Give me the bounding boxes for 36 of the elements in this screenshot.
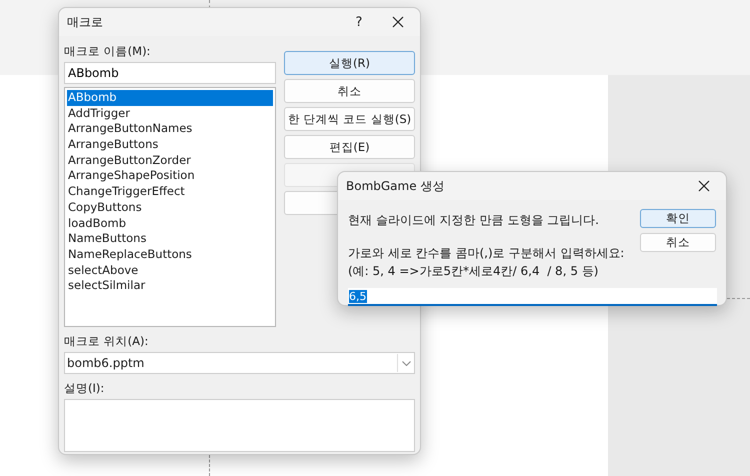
- macro-location-dropdown[interactable]: bomb6.pptm: [64, 352, 415, 374]
- macro-list-item[interactable]: ArrangeButtons: [67, 137, 273, 153]
- macro-list-item[interactable]: CopyButtons: [67, 200, 273, 216]
- prompt-text: 가로와 세로 칸수를 콤마(,)로 구분해서 입력하세요:: [348, 245, 626, 262]
- macro-list-item[interactable]: selectAbove: [67, 262, 273, 278]
- close-icon: [698, 180, 710, 192]
- macro-location-label: 매크로 위치(A):: [64, 334, 150, 350]
- description-field[interactable]: [64, 399, 415, 452]
- macro-list[interactable]: ABbomb AddTrigger ArrangeButtonNames ArrangeButtons ArrangeButtonZorder ArrangeShapePosition ChangeTriggerEffect CopyButtons loadBomb NameButtons NameReplaceButtons selectAbove selectSilmilar: [64, 87, 276, 327]
- window-title: 매크로: [67, 14, 104, 30]
- macro-list-item[interactable]: ArrangeButtonNames: [67, 121, 273, 138]
- caret-icon: [402, 360, 410, 366]
- macro-list-item[interactable]: NameButtons: [67, 231, 273, 247]
- macro-list-item[interactable]: selectSilmilar: [67, 278, 273, 294]
- macro-list-item[interactable]: ArrangeShapePosition: [67, 168, 273, 184]
- macro-list-item[interactable]: loadBomb: [67, 216, 273, 232]
- window-title: BombGame 생성: [346, 178, 446, 194]
- ok-button[interactable]: 확인: [640, 209, 716, 228]
- macro-list-item[interactable]: AddTrigger: [67, 106, 273, 122]
- cancel-button[interactable]: 취소: [640, 233, 716, 252]
- macro-name-label: 매크로 이름(M):: [64, 44, 152, 60]
- dialog-button[interactable]: 편집(E): [284, 135, 415, 159]
- prompt-text: (예: 5, 4 =>가로5칸*세로4칸/ 6,4 / 8, 5 등): [348, 263, 600, 280]
- description-label: 설명(I):: [64, 381, 106, 397]
- input-field[interactable]: 6,5: [348, 288, 717, 306]
- dialog-button[interactable]: 취소: [284, 79, 415, 103]
- close-icon: [392, 16, 404, 28]
- message-text: 현재 슬라이드에 지정한 만큼 도형을 그립니다.: [348, 212, 600, 229]
- macro-list-item[interactable]: NameReplaceButtons: [67, 246, 273, 263]
- help-button[interactable]: ?: [344, 14, 374, 30]
- macro-list-item[interactable]: ChangeTriggerEffect: [67, 184, 273, 200]
- macro-list-item[interactable]: ABbomb: [67, 90, 273, 106]
- dialog-button[interactable]: 한 단계씩 코드 실행(S): [284, 107, 415, 131]
- dialog-button[interactable]: 실행(R): [284, 51, 415, 75]
- macro-name-field[interactable]: ABbomb: [64, 62, 276, 84]
- macro-list-item[interactable]: ArrangeButtonZorder: [67, 152, 273, 168]
